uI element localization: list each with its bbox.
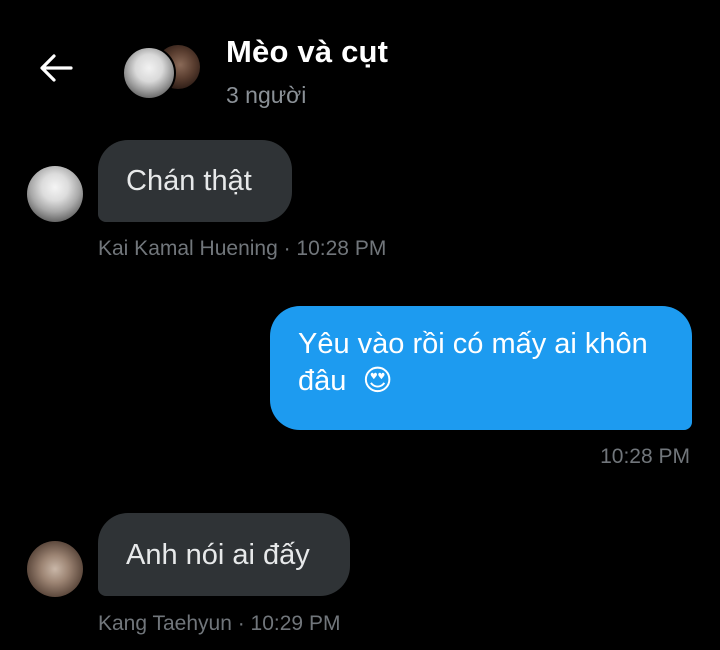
group-avatar[interactable] xyxy=(122,43,208,100)
message-timestamp: 10:28 PM xyxy=(600,445,690,468)
message-text: Yêu vào rồi có mấy ai khôn đâu xyxy=(298,328,648,397)
sender-avatar[interactable] xyxy=(27,166,83,222)
message-bubble[interactable]: Yêu vào rồi có mấy ai khôn đâu 😍 xyxy=(270,306,692,430)
message-bubble[interactable]: Anh nói ai đấy xyxy=(98,513,350,596)
message-meta: Kang Taehyun · 10:29 PM xyxy=(98,612,341,635)
heart-eyes-emoji: 😍 xyxy=(362,363,393,397)
back-button[interactable] xyxy=(36,50,76,86)
arrow-left-icon xyxy=(40,54,73,82)
message-text: Chán thật xyxy=(126,165,252,197)
sender-avatar[interactable] xyxy=(27,541,83,597)
message-bubble[interactable]: Chán thật xyxy=(98,140,292,222)
chat-screen: Mèo và cụt 3 người Chán thật Kai Kamal H… xyxy=(0,0,720,650)
member-avatar xyxy=(122,46,176,100)
message-text: Anh nói ai đấy xyxy=(126,538,310,571)
member-count[interactable]: 3 người xyxy=(226,82,306,109)
conversation-title[interactable]: Mèo và cụt xyxy=(226,34,388,70)
message-meta: Kai Kamal Huening · 10:28 PM xyxy=(98,237,387,260)
